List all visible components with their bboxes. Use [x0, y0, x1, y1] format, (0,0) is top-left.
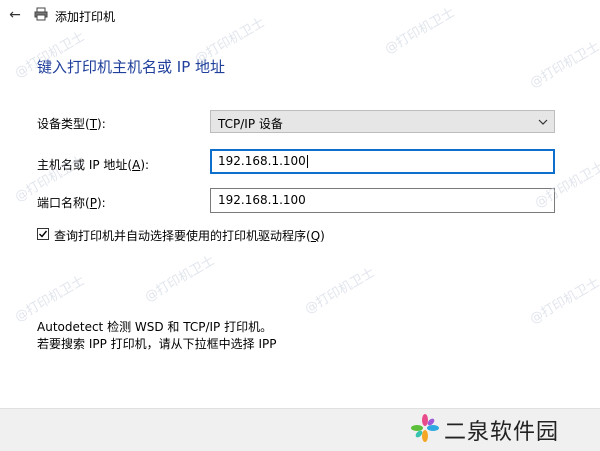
query-printer-label[interactable]: 查询打印机并自动选择要使用的打印机驱动程序(Q) — [54, 227, 325, 244]
device-type-label: 设备类型(T): — [37, 117, 106, 131]
query-printer-checkbox[interactable] — [37, 228, 49, 240]
device-type-value: TCP/IP 设备 — [218, 117, 283, 131]
watermark-text: @打印机卫士 — [527, 39, 600, 92]
info-text-line-2: 若要搜索 IPP 打印机，请从下拉框中选择 IPP — [37, 337, 277, 351]
info-text-line-1: Autodetect 检测 WSD 和 TCP/IP 打印机。 — [37, 320, 273, 334]
query-hotkey: Q — [310, 229, 321, 243]
port-hotkey: P — [89, 196, 97, 210]
watermark-text: @打印机卫士 — [142, 253, 218, 306]
checkmark-icon — [39, 230, 48, 238]
chevron-down-icon — [538, 119, 548, 125]
brand-logo-area: 二泉软件园 — [410, 408, 600, 450]
flower-logo-icon — [411, 414, 439, 442]
brand-text: 二泉软件园 — [444, 420, 560, 445]
watermark-text: @打印机卫士 — [302, 265, 378, 318]
watermark-text: @打印机卫士 — [12, 273, 88, 326]
printer-icon — [34, 7, 48, 21]
device-type-select[interactable]: TCP/IP 设备 — [210, 110, 555, 133]
back-arrow-icon[interactable]: ← — [6, 6, 24, 24]
device-type-hotkey: T — [89, 117, 98, 131]
title-bar: ← 添加打印机 — [0, 0, 600, 32]
port-name-input[interactable]: 192.168.1.100 — [210, 188, 555, 213]
port-name-value: 192.168.1.100 — [218, 193, 306, 207]
host-input[interactable]: 192.168.1.100 — [210, 149, 555, 174]
host-input-value: 192.168.1.100 — [218, 154, 306, 168]
window-title: 添加打印机 — [55, 10, 116, 24]
text-caret — [306, 155, 308, 168]
port-name-label: 端口名称(P): — [37, 196, 106, 210]
watermark-text: @打印机卫士 — [527, 275, 600, 328]
